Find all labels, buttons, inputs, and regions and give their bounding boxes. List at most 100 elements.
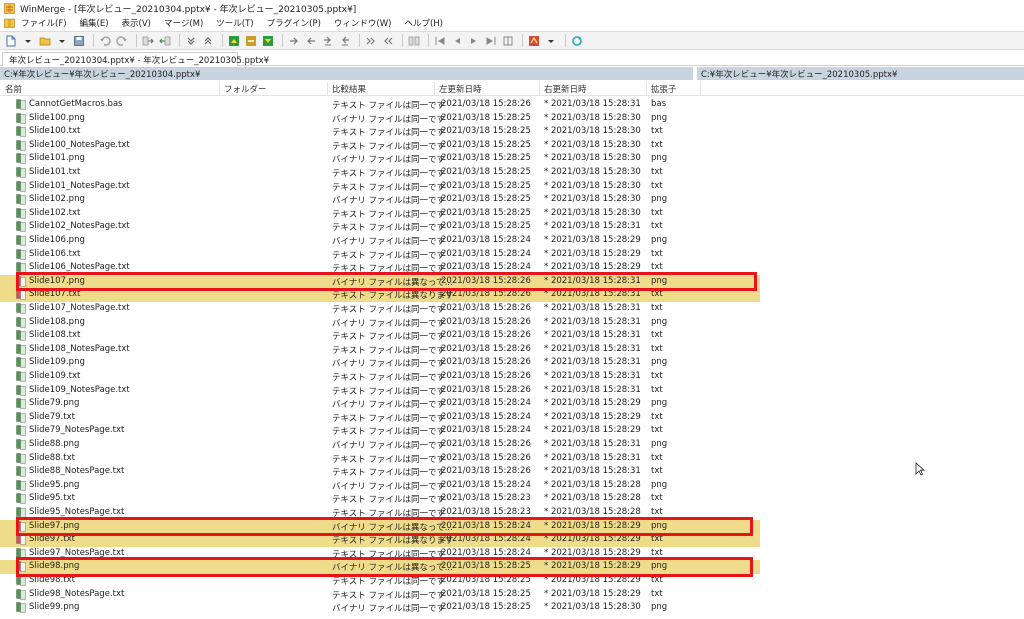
table-row[interactable]: Slide101.png バイナリ ファイルは同一です 2021/03/18 15:… (0, 152, 760, 166)
left-prev-button[interactable] (450, 34, 464, 47)
table-row[interactable]: Slide100.png バイナリ ファイルは同一です 2021/03/18 15:… (0, 112, 760, 126)
right-next-button[interactable] (467, 34, 481, 47)
column-header-result[interactable]: 比較結果 (332, 83, 366, 95)
tab-folder-compare[interactable]: 年次レビュー_20210304.pptx¥ - 年次レビュー_20210305.… (2, 52, 269, 66)
redo-button[interactable] (115, 34, 129, 47)
column-header-left-date[interactable]: 左更新日時 (439, 83, 482, 95)
table-row[interactable]: Slide79_NotesPage.txt テキスト ファイルは同一です 2021/… (0, 424, 760, 438)
view-toggle-button[interactable] (501, 34, 515, 47)
table-row[interactable]: Slide106_NotesPage.txt テキスト ファイルは同一です 2021… (0, 261, 760, 275)
menu-window[interactable]: ウィンドウ(W) (334, 17, 392, 29)
table-row[interactable]: Slide100_NotesPage.txt テキスト ファイルは同一です 2021… (0, 139, 760, 153)
new-button[interactable] (4, 34, 18, 47)
menu-file[interactable]: ファイル(F) (21, 17, 67, 29)
table-row[interactable]: Slide95.png バイナリ ファイルは同一です 2021/03/18 15:2… (0, 479, 760, 493)
column-header-folder[interactable]: フォルダー (224, 83, 267, 95)
copy-to-right-button[interactable] (141, 34, 155, 47)
table-row[interactable]: Slide88_NotesPage.txt テキスト ファイルは同一です 2021/… (0, 465, 760, 479)
column-divider[interactable] (539, 82, 540, 95)
column-divider[interactable] (700, 82, 701, 95)
last-diff-button[interactable] (261, 34, 275, 47)
table-row[interactable]: Slide101.txt テキスト ファイルは同一です 2021/03/18 15:… (0, 166, 760, 180)
left-modified-date: 2021/03/18 15:28:25 (441, 221, 531, 232)
merge-right-advance-button[interactable] (321, 34, 335, 47)
current-diff-button[interactable] (244, 34, 258, 47)
menu-plugins[interactable]: プラグイン(P) (267, 17, 321, 29)
menu-tools[interactable]: ツール(T) (216, 17, 253, 29)
table-row[interactable]: Slide97.txt テキスト ファイルは異なります 2021/03/18 15:… (0, 533, 760, 547)
table-row[interactable]: Slide107.txt テキスト ファイルは異なります 2021/03/18 15… (0, 288, 760, 302)
prev-diff-button[interactable] (201, 34, 215, 47)
table-row[interactable]: Slide98.png バイナリ ファイルは異なって... 2021/03/18 1… (0, 560, 760, 574)
menu-edit[interactable]: 編集(E) (80, 17, 109, 29)
table-row[interactable]: Slide106.txt テキスト ファイルは同一です 2021/03/18 15:… (0, 248, 760, 262)
table-row[interactable]: Slide101_NotesPage.txt テキスト ファイルは同一です 2021… (0, 180, 760, 194)
table-row[interactable]: Slide88.txt テキスト ファイルは同一です 2021/03/18 15:2… (0, 452, 760, 466)
column-divider[interactable] (219, 82, 220, 95)
options-button[interactable] (527, 34, 541, 47)
table-row[interactable]: Slide98_NotesPage.txt テキスト ファイルは同一です 2021/… (0, 588, 760, 602)
file-extension: txt (651, 466, 663, 477)
table-row[interactable]: Slide97_NotesPage.txt テキスト ファイルは同一です 2021/… (0, 547, 760, 561)
column-divider[interactable] (434, 82, 435, 95)
table-row[interactable]: Slide98.txt テキスト ファイルは同一です 2021/03/18 15:2… (0, 574, 760, 588)
table-row[interactable]: Slide109.txt テキスト ファイルは同一です 2021/03/18 15:… (0, 370, 760, 384)
copy-to-left-button[interactable] (158, 34, 172, 47)
document-menu-icon[interactable] (4, 18, 15, 28)
left-modified-date: 2021/03/18 15:28:24 (441, 479, 531, 490)
open-dropdown-button[interactable] (55, 34, 69, 47)
table-row[interactable]: Slide102_NotesPage.txt テキスト ファイルは同一です 2021… (0, 220, 760, 234)
table-row[interactable]: Slide107_NotesPage.txt テキスト ファイルは同一です 2021… (0, 302, 760, 316)
compare-result: バイナリ ファイルは同一です (332, 196, 446, 207)
left-modified-date: 2021/03/18 15:28:23 (441, 507, 531, 517)
table-row[interactable]: CannotGetMacros.bas テキスト ファイルは同一です 2021/03… (0, 98, 760, 112)
left-modified-date: 2021/03/18 15:28:26 (441, 330, 531, 341)
merge-left-button[interactable] (304, 34, 318, 47)
undo-button[interactable] (98, 34, 112, 47)
refresh-button[interactable] (570, 34, 584, 47)
compare-result: テキスト ファイルは同一です (332, 413, 445, 424)
table-row[interactable]: Slide79.png バイナリ ファイルは同一です 2021/03/18 15:2… (0, 397, 760, 411)
compare-result: テキスト ファイルは同一です (332, 577, 445, 587)
new-dropdown-button[interactable] (21, 34, 35, 47)
merge-left-advance-button[interactable] (338, 34, 352, 47)
options-dropdown-button[interactable] (544, 34, 558, 47)
all-right-button[interactable] (364, 34, 378, 47)
all-left-button[interactable] (381, 34, 395, 47)
table-row[interactable]: Slide100.txt テキスト ファイルは同一です 2021/03/18 15:… (0, 125, 760, 139)
table-row[interactable]: Slide102.txt テキスト ファイルは同一です 2021/03/18 15:… (0, 207, 760, 221)
next-diff-button[interactable] (184, 34, 198, 47)
table-row[interactable]: Slide95.txt テキスト ファイルは同一です 2021/03/18 15:2… (0, 492, 760, 506)
table-row[interactable]: Slide79.txt テキスト ファイルは同一です 2021/03/18 15:2… (0, 411, 760, 425)
table-row[interactable]: Slide97.png バイナリ ファイルは異なって... 2021/03/18 1… (0, 519, 760, 534)
table-row[interactable]: Slide88.png バイナリ ファイルは同一です 2021/03/18 15:2… (0, 438, 760, 452)
column-header-ext[interactable]: 拡張子 (651, 83, 677, 95)
table-row[interactable]: Slide99.png バイナリ ファイルは同一です 2021/03/18 15:2… (0, 601, 760, 615)
table-row[interactable]: Slide108.txt テキスト ファイルは同一です 2021/03/18 15:… (0, 329, 760, 343)
table-row[interactable]: Slide107.png バイナリ ファイルは異なって... 2021/03/18 … (0, 274, 760, 289)
left-first-button[interactable] (433, 34, 447, 47)
table-row[interactable]: Slide109_NotesPage.txt テキスト ファイルは同一です 2021… (0, 384, 760, 398)
table-row[interactable]: Slide108_NotesPage.txt テキスト ファイルは同一です 2021… (0, 343, 760, 357)
save-button[interactable] (72, 34, 86, 47)
menu-merge[interactable]: マージ(M) (164, 17, 203, 29)
open-button[interactable] (38, 34, 52, 47)
right-last-button[interactable] (484, 34, 498, 47)
file-extension: txt (651, 343, 663, 354)
menu-view[interactable]: 表示(V) (122, 17, 151, 29)
table-row[interactable]: Slide95_NotesPage.txt テキスト ファイルは同一です 2021/… (0, 506, 760, 520)
table-row[interactable]: Slide102.png バイナリ ファイルは同一です 2021/03/18 15:… (0, 193, 760, 207)
column-header-name[interactable]: 名前 (5, 83, 22, 95)
column-header-right-date[interactable]: 右更新日時 (544, 83, 587, 95)
column-divider[interactable] (646, 82, 647, 95)
file-name: Slide95_NotesPage.txt (29, 507, 125, 517)
first-diff-button[interactable] (227, 34, 241, 47)
compare-button[interactable] (407, 34, 421, 47)
column-divider[interactable] (327, 82, 328, 95)
table-row[interactable]: Slide109.png バイナリ ファイルは同一です 2021/03/18 15:… (0, 356, 760, 370)
menu-help[interactable]: ヘルプ(H) (404, 17, 443, 29)
table-row[interactable]: Slide106.png バイナリ ファイルは同一です 2021/03/18 15:… (0, 234, 760, 248)
compare-result: テキスト ファイルは同一です (332, 169, 445, 179)
table-row[interactable]: Slide108.png バイナリ ファイルは同一です 2021/03/18 15:… (0, 316, 760, 330)
merge-right-button[interactable] (287, 34, 301, 47)
